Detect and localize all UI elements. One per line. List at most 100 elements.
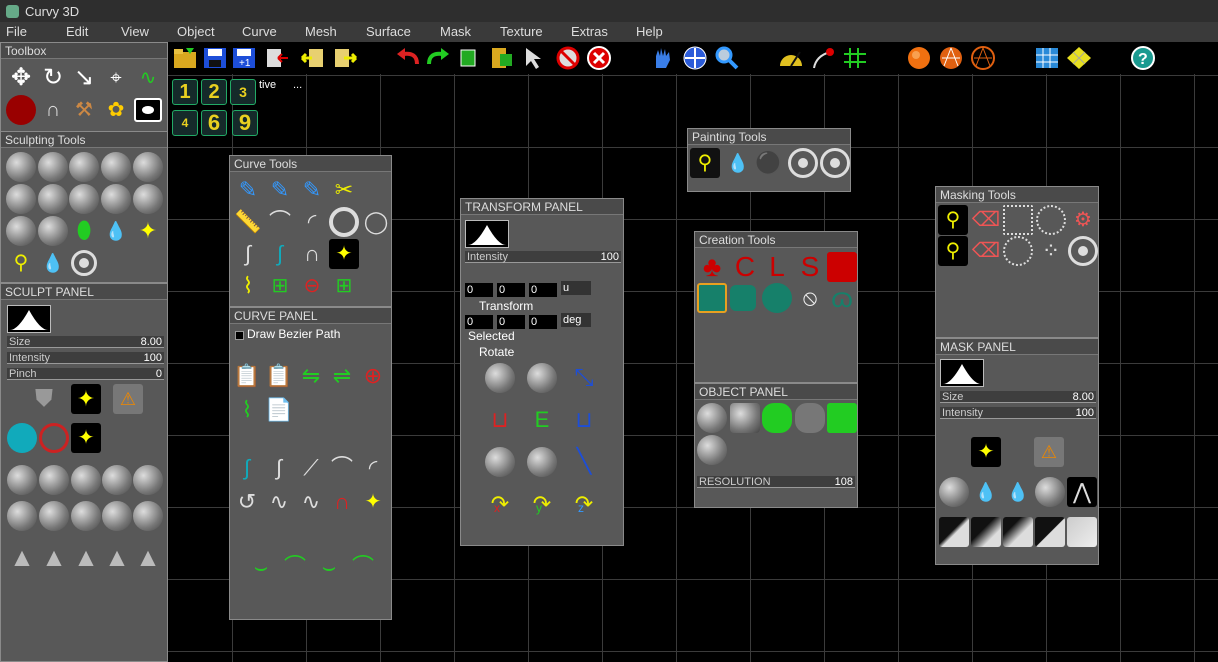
pointer-icon[interactable] [521,44,549,72]
view-1-button[interactable]: 1 [172,79,198,105]
create-sphere-icon[interactable] [762,283,792,313]
redo-icon[interactable] [424,44,452,72]
grid-snap-icon[interactable] [841,44,869,72]
curve-wave2-icon[interactable]: ∿ [296,487,326,517]
curve-arch-icon[interactable]: ⌒ [265,207,295,237]
mask-invert-icon[interactable]: ⚙ [1068,205,1098,235]
object-blob-icon[interactable] [697,403,727,433]
curve-add-segment-icon[interactable]: ⊞ [329,271,359,301]
move-icon[interactable]: ✥ [6,63,36,93]
mask-sphere-arrow-icon[interactable] [939,477,969,507]
brush-ring-icon[interactable] [39,423,69,453]
align-x-red-icon[interactable] [485,363,515,393]
mask-size-slider[interactable]: Size 8.00 [940,391,1096,403]
diamond-grid-icon[interactable] [1065,44,1093,72]
falloff-smooth-icon[interactable] [1003,517,1033,547]
rotate-x-input[interactable]: 0 [465,315,493,329]
transform-y-input[interactable]: 0 [497,283,525,297]
menu-mask[interactable]: Mask [440,24,471,39]
curve-remove-point-icon[interactable]: ⊖ [297,271,327,301]
curve-s-blue-icon[interactable]: ∫ [265,239,295,269]
curve-doc-arrow-icon[interactable]: 📄 [264,395,294,425]
curve-leaf-icon[interactable]: ◯ [361,207,391,237]
scale-arrow-icon[interactable]: ↘ [69,63,99,93]
sculpt-target-icon[interactable] [71,250,97,276]
paint-drop-icon[interactable]: 💧 [723,148,753,178]
sphere-solid-icon[interactable] [905,44,933,72]
mask-triangle-icon[interactable]: ⚠ [1034,437,1064,467]
stamp-chain-icon[interactable] [133,501,163,531]
object-cylinder-icon[interactable] [730,403,760,433]
curve-smooth-3-icon[interactable]: ⌣ [314,552,344,582]
menu-view[interactable]: View [121,24,149,39]
sculpt-drop-icon[interactable]: 💧 [101,216,131,246]
curve-sparkle-icon[interactable]: ✦ [329,239,359,269]
curve-loop-icon[interactable]: ↺ [232,487,262,517]
curve-s2-icon[interactable]: ∫ [264,453,294,483]
view-9-button[interactable]: 9 [232,110,258,136]
mask-eraser-2-icon[interactable]: ⌫ [971,236,1001,266]
spline-tool-icon[interactable]: ∿ [133,63,163,93]
sculpt-falloff-curve[interactable] [7,305,51,333]
curve-ruler-icon[interactable]: 📏 [233,207,263,237]
curve-point-icon[interactable] [809,44,837,72]
sculpt-twist-icon[interactable] [38,184,68,214]
view-6-button[interactable]: 6 [201,110,227,136]
help-icon[interactable]: ? [1129,44,1157,72]
transform-intensity-slider[interactable]: Intensity 100 [465,251,621,263]
curve-wave-icon[interactable]: ∿ [264,487,294,517]
curve-smooth-4-icon[interactable]: ⌒ [348,552,378,582]
curve-pen-d-icon[interactable]: ✎ [297,175,327,205]
curve-clip-icon[interactable]: 📋 [232,361,262,391]
sculpt-size-slider[interactable]: Size 8.00 [7,336,164,348]
menu-curve[interactable]: Curve [242,24,277,39]
shield-icon[interactable]: ⛊ [29,384,59,414]
create-cube-icon[interactable] [697,283,727,313]
sculpt-eye-icon[interactable] [38,216,68,246]
menu-edit[interactable]: Edit [66,24,88,39]
menu-file[interactable]: File [6,24,27,39]
sculpt-pinch-slider[interactable]: Pinch 0 [7,368,164,380]
mirror-x-icon[interactable] [485,447,515,477]
curve-pen-r-icon[interactable]: ✎ [265,175,295,205]
symmetry-triangle-icon[interactable]: ⚠ [113,384,143,414]
rotate-x-icon[interactable]: ↷ [485,489,515,519]
export-left-icon[interactable] [299,44,327,72]
curve-circle-icon[interactable] [329,207,359,237]
paint-target-2-icon[interactable] [820,148,850,178]
curve-target-icon[interactable]: ⊕ [358,361,388,391]
bezier-checkbox[interactable] [235,331,244,340]
rotate-y-input[interactable]: 0 [497,315,525,329]
axis-x-red-icon[interactable]: ⊔ [485,405,515,435]
stamp-cluster-icon[interactable] [133,465,163,495]
delete-icon[interactable] [585,44,613,72]
hammer-icon[interactable]: ⚒ [69,95,99,125]
export-right-icon[interactable] [331,44,359,72]
object-dish-icon[interactable] [795,403,825,433]
mask-lasso-2-icon[interactable] [1003,236,1033,266]
mask-sparkle-icon[interactable]: ✦ [971,437,1001,467]
mountain-3-icon[interactable]: ▲ [71,542,101,572]
menu-mesh[interactable]: Mesh [305,24,337,39]
stamp-green-cut-icon[interactable] [102,465,132,495]
create-cylinder-icon[interactable] [730,285,756,311]
rotate-icon[interactable]: ↻ [38,63,68,93]
sphere-outline-icon[interactable] [969,44,997,72]
grid-view-icon[interactable] [1033,44,1061,72]
align-y-green-icon[interactable] [527,363,557,393]
mask-eraser-icon[interactable]: ⌫ [971,205,1001,235]
mask-peak-icon[interactable]: ⋀ [1067,477,1097,507]
curve-paste-icon[interactable]: 📋 [264,361,294,391]
object-polyhedron-icon[interactable] [697,435,727,465]
mask-drop-2-icon[interactable]: 💧 [1003,477,1033,507]
stamp-burst-icon[interactable] [71,465,101,495]
pan-hand-icon[interactable] [649,44,677,72]
menu-extras[interactable]: Extras [571,24,608,39]
sphere-wire-icon[interactable] [937,44,965,72]
create-blob-icon[interactable]: ♣ [697,252,727,282]
mirror-z-icon[interactable]: ╲ [569,447,599,477]
magnet-icon[interactable]: ∩ [38,95,68,125]
transform-gizmo-icon[interactable]: ⌖ [101,63,131,93]
axis-y-green-icon[interactable]: E [527,405,557,435]
curve-flip-icon[interactable]: ⇌ [327,361,357,391]
